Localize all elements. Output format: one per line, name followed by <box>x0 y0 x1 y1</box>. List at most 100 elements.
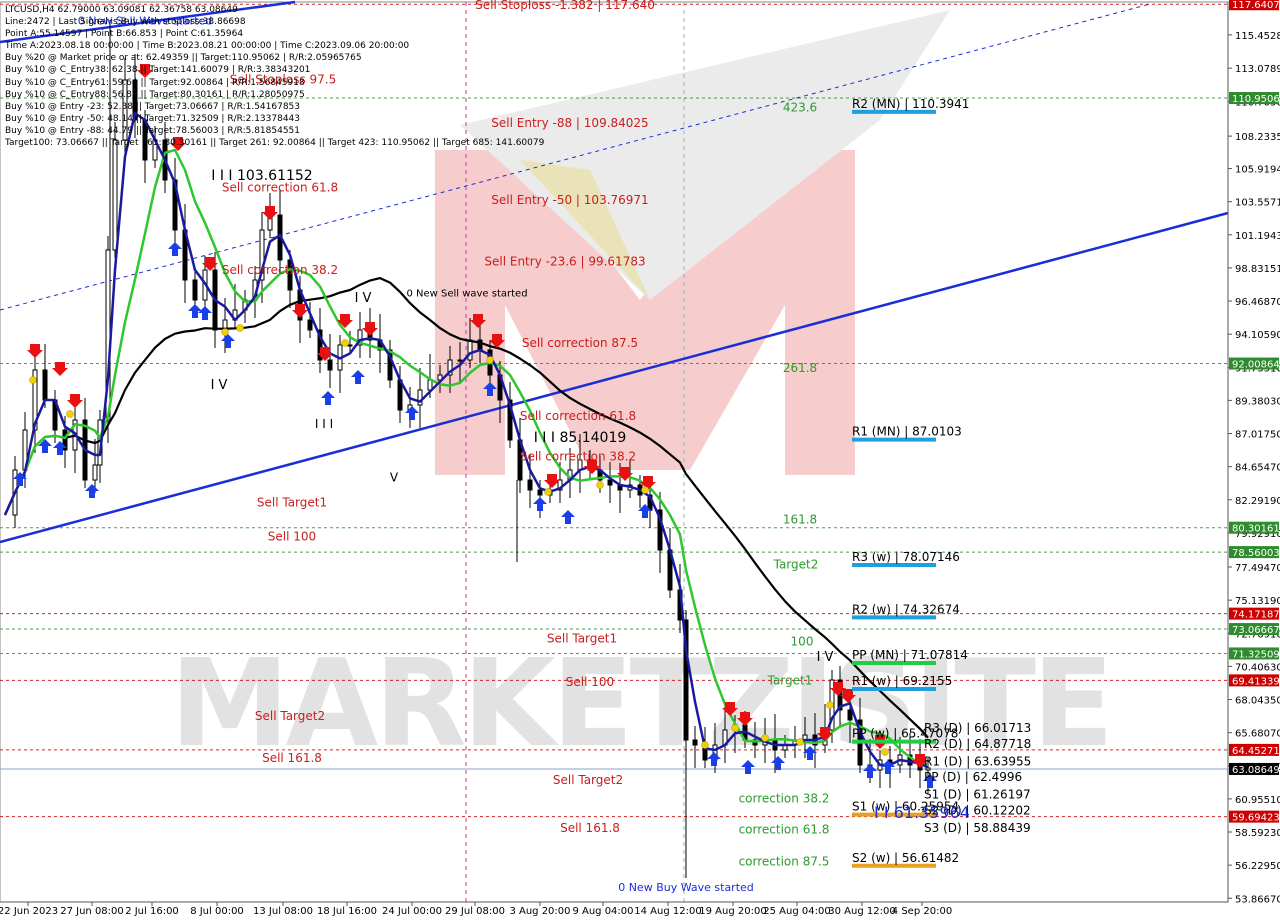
time-tick-label: 22 Jun 2023 <box>0 906 58 917</box>
time-tick-label: 29 Jul 08:00 <box>445 906 505 917</box>
daily-pivot-label: R3 (D) | 66.01713 <box>924 721 1031 735</box>
signal-star-icon <box>826 701 834 709</box>
wave-label: I V <box>211 378 228 393</box>
symbol-header: LTCUSD,H4 62.79000 63.09081 62.36758 63.… <box>5 5 238 15</box>
info-line: Buy %10 @ Entry -23: 52.38 || Target:73.… <box>5 101 301 112</box>
candle-body <box>347 344 353 347</box>
price-box-label: 71.32509 <box>1232 649 1280 660</box>
price-tick-label: 115.45280 <box>1235 31 1280 42</box>
sell-level-label: Sell Entry -23.6 | 99.61783 <box>484 255 645 269</box>
target-level-label: 161.8 <box>783 512 817 526</box>
sell-level-label: Sell correction 61.8 <box>520 409 636 423</box>
wave-label: I V <box>817 650 834 665</box>
price-tick-label: 75.13190 <box>1235 596 1280 607</box>
candle-body <box>537 489 543 496</box>
daily-pivot-label: S3 (D) | 58.88439 <box>924 821 1031 835</box>
daily-pivot-label: PP (D) | 62.4996 <box>924 770 1022 784</box>
info-line: Line:2472 | Last Signal is:Buy with stop… <box>5 17 246 28</box>
signal-star-icon <box>66 410 74 418</box>
info-line: Buy %10 @ Entry -88: 44.79 || Target:78.… <box>5 125 301 136</box>
candle-body <box>692 739 698 746</box>
price-tick-label: 96.46870 <box>1235 297 1280 308</box>
price-tick-label: 53.86670 <box>1235 894 1280 905</box>
wave-label: I V <box>355 291 372 306</box>
candle-body <box>527 479 533 491</box>
daily-pivot-label: S1 (D) | 61.26197 <box>924 788 1031 802</box>
time-tick-label: 19 Aug 20:00 <box>699 906 766 917</box>
price-tick-label: 65.68070 <box>1235 729 1280 740</box>
pivot-label: R2 (MN) | 110.3941 <box>852 97 969 111</box>
daily-pivot-label: R1 (D) | 63.63955 <box>924 754 1031 768</box>
sell-level-label: Sell correction 87.5 <box>522 336 638 350</box>
signal-star-icon <box>796 738 804 746</box>
price-box-label: 78.56003 <box>1232 548 1280 559</box>
time-tick-label: 3 Aug 20:00 <box>509 906 570 917</box>
price-box-label: 69.41339 <box>1232 676 1280 687</box>
time-tick-label: 8 Jul 00:00 <box>190 906 244 917</box>
price-tick-label: 89.38030 <box>1235 396 1280 407</box>
time-tick-label: 4 Sep 20:00 <box>892 906 952 917</box>
price-box-label: 80.30161 <box>1232 524 1280 535</box>
price-box-label: 92.00864 <box>1232 360 1280 371</box>
price-tick-label: 108.23350 <box>1235 132 1280 143</box>
signal-star-icon <box>761 734 769 742</box>
candle-body <box>112 139 118 251</box>
pivot-label: PP (MN) | 71.07814 <box>852 648 968 662</box>
time-tick-label: 27 Jun 08:00 <box>60 906 124 917</box>
time-tick-label: 30 Aug 12:00 <box>828 906 895 917</box>
wave-label: I I I <box>315 417 333 431</box>
signal-star-icon <box>236 324 244 332</box>
pivot-label: R1 (MN) | 87.0103 <box>852 425 962 439</box>
price-tick-label: 56.22950 <box>1235 861 1280 872</box>
sell-level-label: Sell correction 38.2 <box>222 263 338 277</box>
signal-star-icon <box>29 376 37 384</box>
price-tick-label: 87.01750 <box>1235 430 1280 441</box>
signal-star-icon <box>596 481 604 489</box>
pivot-label: R3 (w) | 78.07146 <box>852 550 960 564</box>
candle-body <box>457 359 463 362</box>
candle-body <box>192 279 198 301</box>
price-tick-label: 103.55710 <box>1235 198 1280 209</box>
candle-body <box>92 464 98 481</box>
price-tick-label: 101.19430 <box>1235 231 1280 242</box>
sell-level-label: Sell Target2 <box>255 709 325 723</box>
info-line: Time A:2023.08.18 00:00:00 | Time B:2023… <box>5 41 410 52</box>
price-tick-label: 94.10590 <box>1235 330 1280 341</box>
wave-label: I I I 85.14019 <box>534 430 627 446</box>
price-box-label: 64.45271 <box>1232 746 1280 757</box>
sell-level-label: Sell Target1 <box>547 632 617 646</box>
price-box-label: 74.17187 <box>1232 610 1280 621</box>
candle-body <box>847 709 853 721</box>
price-tick-label: 84.65470 <box>1235 463 1280 474</box>
target-level-label: correction 61.8 <box>739 822 830 836</box>
time-tick-label: 2 Jul 16:00 <box>125 906 179 917</box>
time-tick-label: 24 Jul 00:00 <box>382 906 442 917</box>
wave-start-label: I I 61.35964 <box>874 803 970 822</box>
pivot-label: S2 (w) | 56.61482 <box>852 851 959 865</box>
target-level-label: correction 87.5 <box>739 855 830 869</box>
signal-star-icon <box>486 356 494 364</box>
info-line: Buy %10 @ Entry -50: 48.14 || Target:71.… <box>5 113 301 124</box>
sell-level-label: Sell 161.8 <box>262 751 322 765</box>
candle-body <box>467 339 473 361</box>
candle-body <box>42 369 48 401</box>
price-tick-label: 77.49470 <box>1235 563 1280 574</box>
signal-star-icon <box>731 724 739 732</box>
target-level-label: 100 <box>791 634 814 648</box>
target-level-label: 423.6 <box>783 100 817 114</box>
target-level-label: correction 38.2 <box>739 791 830 805</box>
sell-level-label: Sell Entry -50 | 103.76971 <box>491 193 648 207</box>
daily-pivot-label: R2 (D) | 64.87718 <box>924 737 1031 751</box>
candle-body <box>327 359 333 371</box>
info-line: Point A:55.14597 | Point B:66.853 | Poin… <box>5 29 244 40</box>
target-level-label: 261.8 <box>783 361 817 375</box>
signal-star-icon <box>701 741 709 749</box>
time-tick-label: 14 Aug 12:00 <box>634 906 701 917</box>
wave-label: 0 New Sell wave started <box>406 288 527 299</box>
sell-level-label: Sell 161.8 <box>560 821 620 835</box>
pivot-label: R1 (w) | 69.2155 <box>852 674 952 688</box>
target-level-label: Target1 <box>767 674 813 688</box>
time-tick-label: 9 Aug 04:00 <box>572 906 633 917</box>
price-tick-label: 98.83151 <box>1235 264 1280 275</box>
price-box-label: 117.64075 <box>1232 0 1280 11</box>
